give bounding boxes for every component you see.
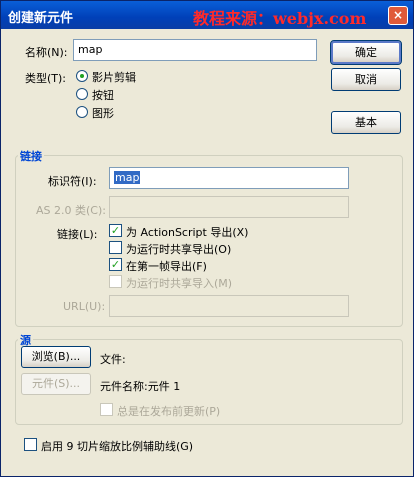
window-title: 创建新元件 [8, 11, 74, 26]
identifier-label: 标识符(I): [48, 175, 97, 188]
name-input[interactable]: map [73, 39, 317, 61]
name-label: 名称(N): [25, 46, 68, 59]
type-radio-movieclip[interactable] [76, 70, 88, 82]
basic-button[interactable]: 基本 [331, 111, 401, 134]
cancel-button[interactable]: 取消 [331, 68, 401, 91]
nine-slice-checkbox[interactable] [24, 438, 37, 451]
type-option-movieclip[interactable]: 影片剪辑 [92, 69, 136, 85]
nine-slice-label[interactable]: 启用 9 切片缩放比例辅助线(G) [41, 438, 193, 454]
import-runtime-sharing-label: 为运行时共享导入(M) [126, 277, 233, 290]
as2-class-input [109, 196, 349, 218]
symbol-button: 元件(S)... [21, 373, 91, 395]
url-label: URL(U): [63, 300, 106, 313]
browse-button[interactable]: 浏览(B)... [21, 346, 91, 368]
identifier-input[interactable]: map [109, 167, 349, 189]
watermark-text: 教程来源：webjx.com [193, 9, 367, 28]
identifier-selected-text: map [114, 171, 141, 184]
type-option-button[interactable]: 按钮 [92, 87, 114, 103]
type-option-graphic[interactable]: 图形 [92, 105, 114, 121]
type-radio-button[interactable] [76, 88, 88, 100]
close-icon[interactable]: × [388, 6, 408, 25]
export-runtime-sharing-checkbox[interactable] [109, 241, 122, 254]
import-runtime-sharing-checkbox [109, 275, 122, 288]
type-label: 类型(T): [25, 72, 67, 85]
symbol-name-text: 元件名称:元件 1 [100, 380, 181, 393]
export-actionscript-checkbox[interactable]: ✓ [109, 224, 122, 237]
linkage-label: 链接(L): [57, 228, 98, 241]
export-runtime-sharing-label[interactable]: 为运行时共享导出(O) [126, 241, 231, 257]
create-symbol-dialog: 创建新元件 教程来源：webjx.com × 名称(N): map 类型(T):… [0, 0, 414, 477]
export-first-frame-checkbox[interactable]: ✓ [109, 258, 122, 271]
always-update-label: 总是在发布前更新(P) [117, 405, 221, 418]
export-actionscript-label[interactable]: 为 ActionScript 导出(X) [126, 224, 248, 240]
url-input [109, 295, 349, 317]
ok-button[interactable]: 确定 [330, 40, 402, 65]
export-first-frame-label[interactable]: 在第一帧导出(F) [126, 258, 207, 274]
type-radio-graphic[interactable] [76, 106, 88, 118]
always-update-checkbox [100, 403, 113, 416]
file-label: 文件: [100, 353, 126, 366]
as2-class-label: AS 2.0 类(C): [36, 204, 106, 217]
title-bar[interactable]: 创建新元件 教程来源：webjx.com × [1, 1, 413, 29]
linkage-section-title: 链接 [18, 148, 44, 164]
